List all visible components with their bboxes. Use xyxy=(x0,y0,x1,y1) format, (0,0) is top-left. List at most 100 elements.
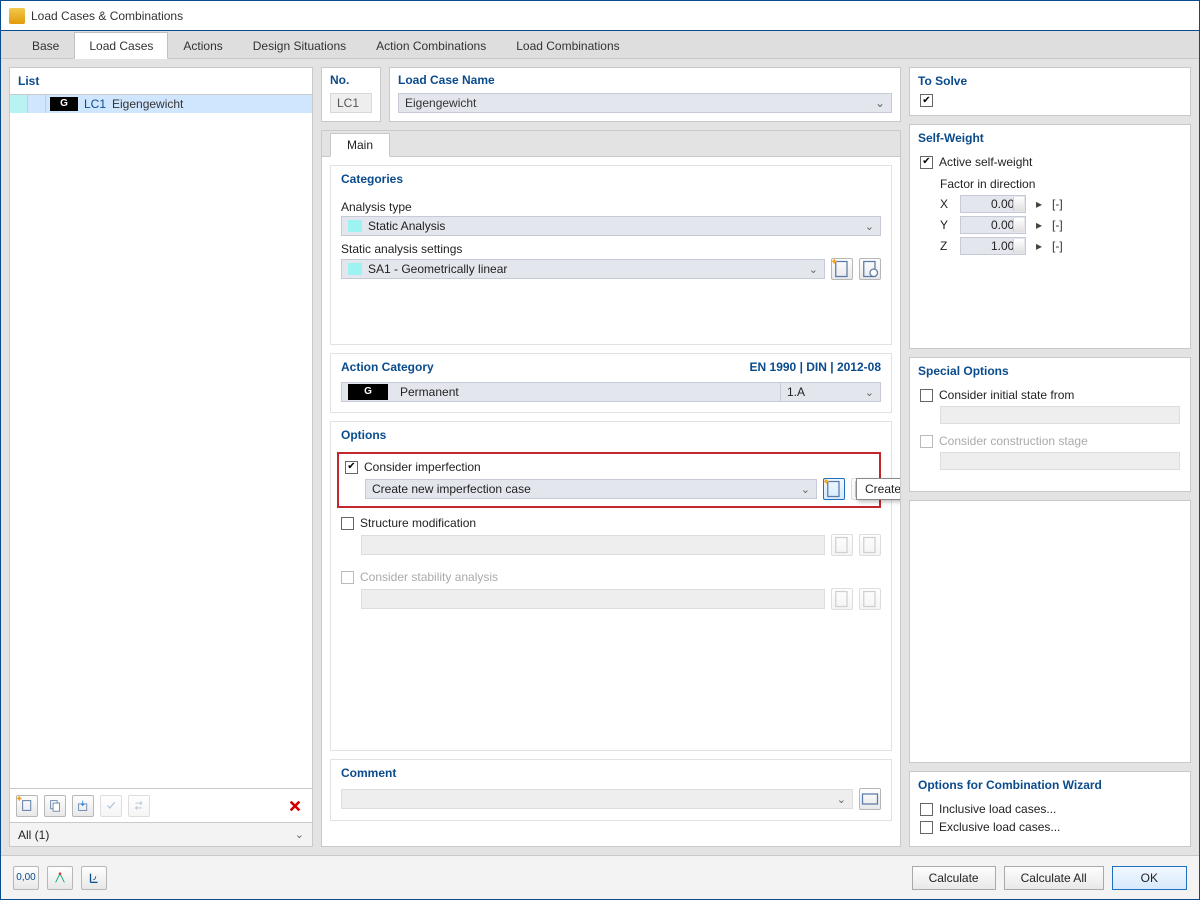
action-category-combo[interactable]: G Permanent xyxy=(341,382,781,402)
action-category-value: Permanent xyxy=(400,385,459,399)
play-icon[interactable]: ▸ xyxy=(1034,218,1044,232)
action-code-value: 1.A xyxy=(787,385,805,399)
edit-sas-button[interactable] xyxy=(859,258,881,280)
chevron-down-icon: ⌄ xyxy=(837,793,846,806)
edit-stability-button xyxy=(859,588,881,610)
new-sas-button[interactable]: ✦ xyxy=(831,258,853,280)
structure-mod-label: Structure modification xyxy=(360,516,476,530)
color-swatch xyxy=(348,220,362,232)
list-header: List xyxy=(10,68,312,95)
tooltip: Create New Imperfection Case... xyxy=(856,478,900,500)
comment-group: Comment ⌄ xyxy=(330,759,892,821)
comment-combo[interactable]: ⌄ xyxy=(341,789,853,809)
new-item-button[interactable]: ✦ xyxy=(16,795,38,817)
initial-state-label: Consider initial state from xyxy=(939,388,1074,402)
categories-group: Categories Analysis type Static Analysis… xyxy=(330,165,892,345)
details-column: No. LC1 Load Case Name Eigengewicht Main… xyxy=(321,67,901,847)
to-solve-checkbox[interactable] xyxy=(920,94,933,107)
calculate-all-button[interactable]: Calculate All xyxy=(1004,866,1104,890)
accept-button xyxy=(100,795,122,817)
comment-title: Comment xyxy=(341,766,396,780)
units-button[interactable]: 0,00 xyxy=(13,866,39,890)
factor-label: Factor in direction xyxy=(940,177,1180,191)
construction-stage-checkbox xyxy=(920,435,933,448)
tab-load-cases[interactable]: Load Cases xyxy=(74,32,168,59)
consider-imperfection-label: Consider imperfection xyxy=(364,460,481,474)
list-filter-combo[interactable]: All (1) ⌄ xyxy=(10,822,312,846)
imperfection-combo-value: Create new imperfection case xyxy=(372,482,531,496)
ac-standard: EN 1990 | DIN | 2012-08 xyxy=(750,360,881,374)
sas-value: SA1 - Geometrically linear xyxy=(368,262,507,276)
name-value: Eigengewicht xyxy=(405,96,476,110)
chevron-down-icon: ⌄ xyxy=(295,828,304,841)
construction-stage-label: Consider construction stage xyxy=(939,434,1088,448)
structure-mod-combo[interactable] xyxy=(361,535,825,555)
consider-imperfection-checkbox[interactable] xyxy=(345,461,358,474)
chevron-down-icon: ⌄ xyxy=(801,483,810,496)
action-category-group: Action Category EN 1990 | DIN | 2012-08 … xyxy=(330,353,892,413)
tab-load-combinations[interactable]: Load Combinations xyxy=(501,32,634,58)
inclusive-checkbox[interactable] xyxy=(920,803,933,816)
combo-wizard-title: Options for Combination Wizard xyxy=(910,772,1190,798)
analysis-type-value: Static Analysis xyxy=(368,219,445,233)
content-area: List G LC1 Eigengewicht ✦ All (1) xyxy=(1,59,1199,855)
filter-value: All (1) xyxy=(18,828,49,842)
spacer-panel xyxy=(909,500,1191,763)
app-icon xyxy=(9,8,25,24)
factor-row-y: Y 0.000 ▸ [-] xyxy=(940,216,1180,234)
details-tabs: Main Categories Analysis type Static Ana… xyxy=(321,130,901,847)
chevron-down-icon: ⌄ xyxy=(865,386,874,399)
active-self-weight-label: Active self-weight xyxy=(939,155,1032,169)
analysis-type-combo[interactable]: Static Analysis ⌄ xyxy=(341,216,881,236)
factor-x-input[interactable]: 0.000 xyxy=(960,195,1026,213)
sas-combo[interactable]: SA1 - Geometrically linear ⌄ xyxy=(341,259,825,279)
structure-mod-checkbox[interactable] xyxy=(341,517,354,530)
tab-main[interactable]: Main xyxy=(330,133,390,157)
play-icon[interactable]: ▸ xyxy=(1034,239,1044,253)
combination-wizard-panel: Options for Combination Wizard Inclusive… xyxy=(909,771,1191,847)
stability-combo xyxy=(361,589,825,609)
tool-button-2[interactable] xyxy=(81,866,107,890)
comment-edit-button[interactable] xyxy=(859,788,881,810)
name-combo[interactable]: Eigengewicht xyxy=(398,93,892,113)
import-button[interactable] xyxy=(72,795,94,817)
factor-z-input[interactable]: 1.000 xyxy=(960,237,1026,255)
factor-row-z: Z 1.000 ▸ [-] xyxy=(940,237,1180,255)
loadcase-name: Eigengewicht xyxy=(112,97,183,111)
delete-button[interactable] xyxy=(284,795,306,817)
axis-label: Z xyxy=(940,239,952,253)
number-box: No. LC1 xyxy=(321,67,381,122)
tab-base[interactable]: Base xyxy=(17,32,74,58)
tab-action-combinations[interactable]: Action Combinations xyxy=(361,32,501,58)
list-body[interactable]: G LC1 Eigengewicht xyxy=(10,95,312,788)
color-swatch xyxy=(348,263,362,275)
swap-button xyxy=(128,795,150,817)
copy-item-button[interactable] xyxy=(44,795,66,817)
active-self-weight-checkbox[interactable] xyxy=(920,156,933,169)
ac-title: Action Category xyxy=(341,360,434,374)
tab-design-situations[interactable]: Design Situations xyxy=(238,32,361,58)
calculate-button[interactable]: Calculate xyxy=(912,866,996,890)
stability-label: Consider stability analysis xyxy=(360,570,498,584)
ok-button[interactable]: OK xyxy=(1112,866,1187,890)
imperfection-case-combo[interactable]: Create new imperfection case ⌄ xyxy=(365,479,817,499)
new-imperfection-button[interactable]: ✦ xyxy=(823,478,845,500)
play-icon[interactable]: ▸ xyxy=(1034,197,1044,211)
loadcase-code: LC1 xyxy=(84,97,106,111)
inner-body: Categories Analysis type Static Analysis… xyxy=(322,157,900,846)
axis-label: X xyxy=(940,197,952,211)
list-item[interactable]: G LC1 Eigengewicht xyxy=(10,95,312,113)
special-options-title: Special Options xyxy=(910,358,1190,384)
action-code-combo[interactable]: 1.A ⌄ xyxy=(781,382,881,402)
initial-state-combo xyxy=(940,406,1180,424)
factor-y-input[interactable]: 0.000 xyxy=(960,216,1026,234)
tool-button-1[interactable] xyxy=(47,866,73,890)
initial-state-checkbox[interactable] xyxy=(920,389,933,402)
exclusive-checkbox[interactable] xyxy=(920,821,933,834)
new-structure-mod-button xyxy=(831,534,853,556)
edit-structure-mod-button xyxy=(859,534,881,556)
inner-tabstrip: Main xyxy=(322,131,900,157)
tab-actions[interactable]: Actions xyxy=(168,32,237,58)
new-stability-button xyxy=(831,588,853,610)
unit-label: [-] xyxy=(1052,239,1063,253)
